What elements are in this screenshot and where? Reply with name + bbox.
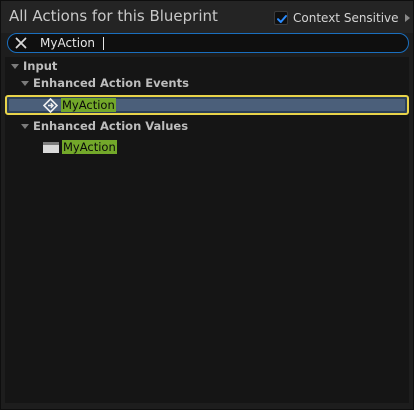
- search-input[interactable]: [40, 34, 400, 52]
- expand-arrow-icon[interactable]: [21, 80, 29, 86]
- context-sensitive-toggle[interactable]: Context Sensitive: [274, 10, 410, 26]
- search-box[interactable]: [7, 33, 409, 53]
- context-sensitive-checkbox[interactable]: [274, 11, 288, 25]
- action-tree: Input Enhanced Action Events MyAction En…: [5, 57, 409, 403]
- text-caret: [103, 37, 104, 50]
- category-enhanced-action-values[interactable]: Enhanced Action Values: [21, 117, 188, 135]
- category-input[interactable]: Input: [11, 57, 57, 75]
- checkmark-icon: [277, 15, 287, 23]
- event-diamond-icon: [43, 97, 58, 113]
- action-item-label: MyAction: [62, 140, 117, 154]
- variable-node-icon: [43, 141, 59, 153]
- chevron-right-icon[interactable]: [404, 14, 410, 22]
- action-item-label: MyAction: [61, 98, 116, 112]
- category-label: Enhanced Action Events: [33, 76, 189, 90]
- action-menu-header: All Actions for this Blueprint Context S…: [1, 1, 413, 33]
- action-item-myaction-event[interactable]: MyAction: [43, 96, 116, 114]
- category-enhanced-action-events[interactable]: Enhanced Action Events: [21, 74, 189, 92]
- expand-arrow-icon[interactable]: [21, 123, 29, 129]
- category-label: Input: [23, 59, 58, 73]
- expand-arrow-icon[interactable]: [11, 63, 19, 69]
- action-item-myaction-value[interactable]: MyAction: [43, 138, 117, 156]
- category-label: Enhanced Action Values: [33, 119, 189, 133]
- context-sensitive-label: Context Sensitive: [293, 11, 399, 25]
- action-menu-panel: All Actions for this Blueprint Context S…: [0, 0, 414, 410]
- panel-title: All Actions for this Blueprint: [9, 7, 218, 25]
- clear-search-icon[interactable]: [15, 37, 27, 49]
